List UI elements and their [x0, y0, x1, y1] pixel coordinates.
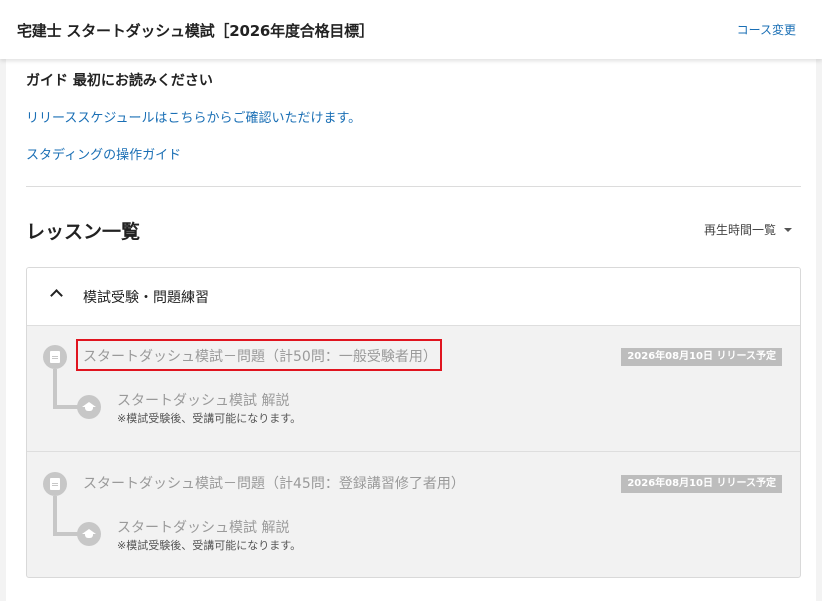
lesson-sub-title[interactable]: スタートダッシュ模試 解説: [117, 390, 289, 410]
highlight-box: [76, 339, 442, 371]
lesson-panel: 模試受験・問題練習 スタートダッシュ模試－問題（計50問：一般受験者用） 202…: [26, 267, 801, 578]
tree-connector: [53, 496, 57, 534]
sort-dropdown[interactable]: 再生時間一覧: [704, 221, 792, 238]
tree-connector: [53, 369, 57, 407]
document-icon: [43, 345, 67, 369]
lesson-title[interactable]: スタートダッシュ模試－問題（計45問：登録講習修了者用）: [83, 473, 465, 493]
lessons-title: レッスン一覧: [26, 221, 141, 243]
main-content: ガイド 最初にお読みください リリーススケジュールはこちらからご確認いただけます…: [0, 59, 822, 601]
lesson-sub-title[interactable]: スタートダッシュ模試 解説: [117, 517, 289, 537]
operation-guide-link[interactable]: スタディングの操作ガイド: [26, 144, 181, 163]
lesson-item: スタートダッシュ模試－問題（計45問：登録講習修了者用） 2026年08月10日…: [27, 453, 800, 577]
release-schedule-link[interactable]: リリーススケジュールはこちらからご確認いただけます。: [26, 107, 361, 126]
change-course-link[interactable]: コース変更: [737, 21, 796, 38]
course-title: 宅建士 スタートダッシュ模試［2026年度合格目標］: [17, 22, 374, 40]
caret-down-icon: [784, 227, 792, 232]
panel-header-toggle[interactable]: 模試受験・問題練習: [27, 268, 800, 326]
lesson-sub-note: ※模試受験後、受講可能になります。: [117, 539, 302, 552]
chevron-up-icon: [50, 289, 63, 302]
panel-title: 模試受験・問題練習: [83, 290, 209, 306]
release-date-badge: 2026年08月10日 リリース予定: [621, 475, 782, 493]
document-icon: [43, 472, 67, 496]
tree-connector: [53, 405, 79, 409]
graduation-cap-icon: [77, 522, 101, 546]
guide-heading: ガイド 最初にお読みください: [26, 73, 213, 89]
lesson-item: スタートダッシュ模試－問題（計50問：一般受験者用） 2026年08月10日 リ…: [27, 326, 800, 452]
release-date-badge: 2026年08月10日 リリース予定: [621, 348, 782, 366]
section-divider: [26, 186, 801, 187]
lesson-sub-note: ※模試受験後、受講可能になります。: [117, 412, 302, 425]
graduation-cap-icon: [77, 395, 101, 419]
sort-label: 再生時間一覧: [703, 223, 776, 237]
tree-connector: [53, 532, 79, 536]
app-header: 宅建士 スタートダッシュ模試［2026年度合格目標］ コース変更: [0, 0, 822, 59]
